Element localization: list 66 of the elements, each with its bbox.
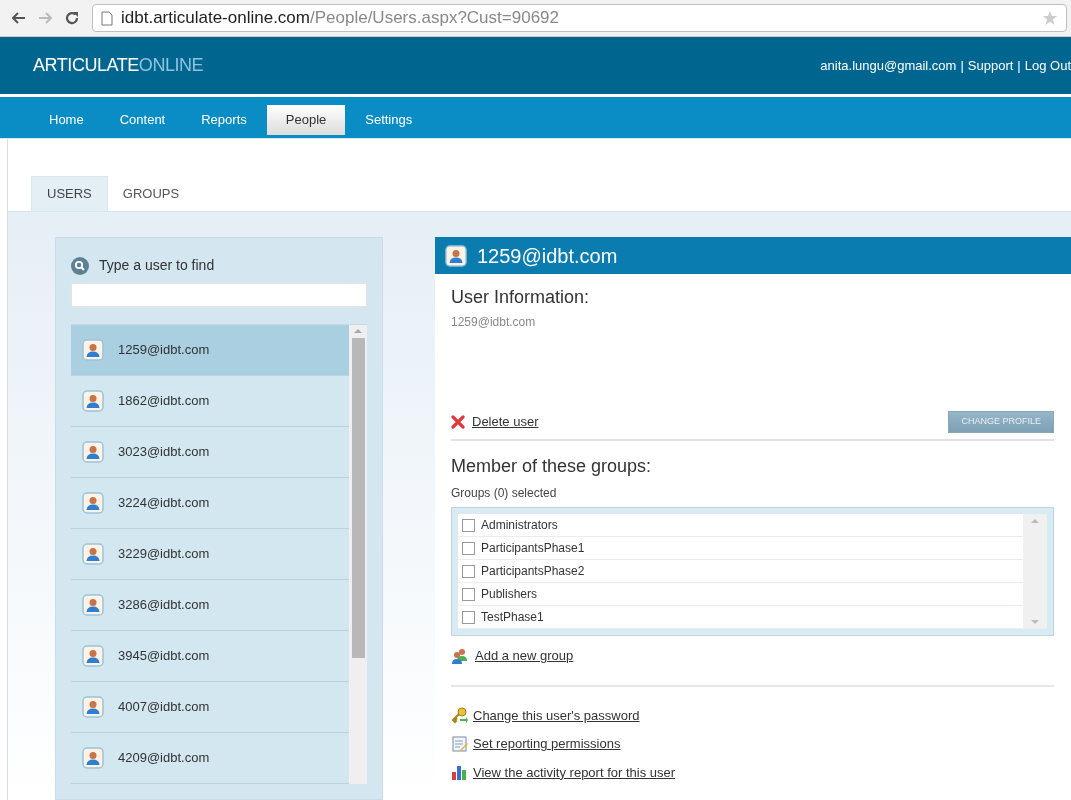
user-action-link[interactable]: View the activity report for this user — [473, 762, 676, 782]
user-avatar-icon — [82, 492, 104, 514]
user-avatar-icon — [82, 696, 104, 718]
scroll-up-icon[interactable] — [354, 329, 362, 333]
user-avatar-icon — [82, 390, 104, 412]
groups-heading: Member of these groups: — [451, 455, 653, 478]
url-host: idbt.articulate-online.com — [121, 8, 310, 28]
document-edit-icon — [451, 734, 469, 753]
users-add-icon — [451, 646, 469, 665]
user-avatar-icon — [82, 441, 104, 463]
nav-tab[interactable]: Home — [33, 105, 100, 135]
key-icon — [451, 706, 469, 725]
search-field[interactable] — [71, 283, 367, 307]
add-group-link[interactable]: Add a new group — [475, 646, 574, 666]
info-value: 1259@idbt.com — [451, 314, 537, 331]
link-separator: | — [1017, 56, 1021, 75]
detail-title: 1259@idbt.com — [477, 243, 618, 269]
group-option[interactable]: TestPhase1 — [458, 606, 1023, 629]
delete-icon — [451, 415, 465, 429]
section-tab[interactable]: USERS — [31, 176, 108, 211]
user-avatar-icon — [82, 543, 104, 565]
nav-tab[interactable]: Reports — [185, 105, 263, 135]
back-icon[interactable] — [12, 12, 26, 24]
address-bar[interactable]: idbt.articulate-online.com/People/Users.aspx?Cust=90692 — [92, 4, 1067, 32]
nav-tab[interactable]: Settings — [349, 105, 429, 135]
user-avatar-icon — [82, 339, 104, 361]
group-option[interactable]: ParticipantsPhase2 — [458, 560, 1023, 583]
section-tab[interactable]: GROUPS — [107, 176, 195, 211]
star-icon[interactable] — [1042, 10, 1058, 26]
forward-icon[interactable] — [38, 12, 52, 24]
user-avatar-icon — [82, 645, 104, 667]
url-path: /People/Users.aspx?Cust=90692 — [310, 8, 559, 28]
delete-user-link[interactable]: Delete user — [472, 412, 539, 432]
search-label: Type a user to find — [99, 256, 215, 275]
nav-tab[interactable]: People — [266, 105, 346, 135]
reload-icon[interactable] — [64, 10, 80, 26]
site-logo[interactable]: ARTICULATEONLINE — [33, 52, 204, 79]
checkbox[interactable] — [462, 564, 475, 578]
checkbox[interactable] — [462, 610, 475, 624]
search-icon — [71, 256, 89, 275]
checkbox[interactable] — [462, 541, 475, 555]
page-icon — [101, 10, 113, 26]
scroll-down-icon[interactable] — [1031, 620, 1039, 624]
group-option[interactable]: Administrators — [458, 514, 1023, 537]
user-avatar-icon — [82, 747, 104, 769]
scroll-up-icon[interactable] — [1031, 519, 1039, 523]
group-option[interactable]: ParticipantsPhase1 — [458, 537, 1023, 560]
groups-scrollbar[interactable] — [1023, 514, 1047, 629]
header-link[interactable]: anita.lungu@gmail.com — [820, 55, 957, 76]
user-action-link[interactable]: Set reporting permissions — [473, 734, 621, 754]
group-option[interactable]: Publishers — [458, 583, 1023, 606]
user-list-item[interactable]: 1259@idbt.com — [71, 325, 349, 376]
groups-count: Groups (0) selected — [451, 485, 558, 502]
user-avatar-icon — [82, 594, 104, 616]
checkbox[interactable] — [462, 518, 475, 532]
user-avatar-icon — [445, 244, 467, 267]
checkbox[interactable] — [462, 587, 475, 601]
link-separator: | — [960, 56, 964, 75]
scrollbar[interactable] — [349, 325, 367, 784]
nav-tab[interactable]: Content — [103, 105, 182, 135]
bar-chart-icon — [451, 763, 469, 782]
header-link[interactable]: Log Out — [1024, 55, 1071, 76]
info-heading: User Information: — [451, 286, 591, 309]
scrollbar-thumb[interactable] — [351, 338, 365, 658]
user-action-link[interactable]: Change this user's password — [473, 705, 640, 725]
header-link[interactable]: Support — [967, 55, 1014, 76]
